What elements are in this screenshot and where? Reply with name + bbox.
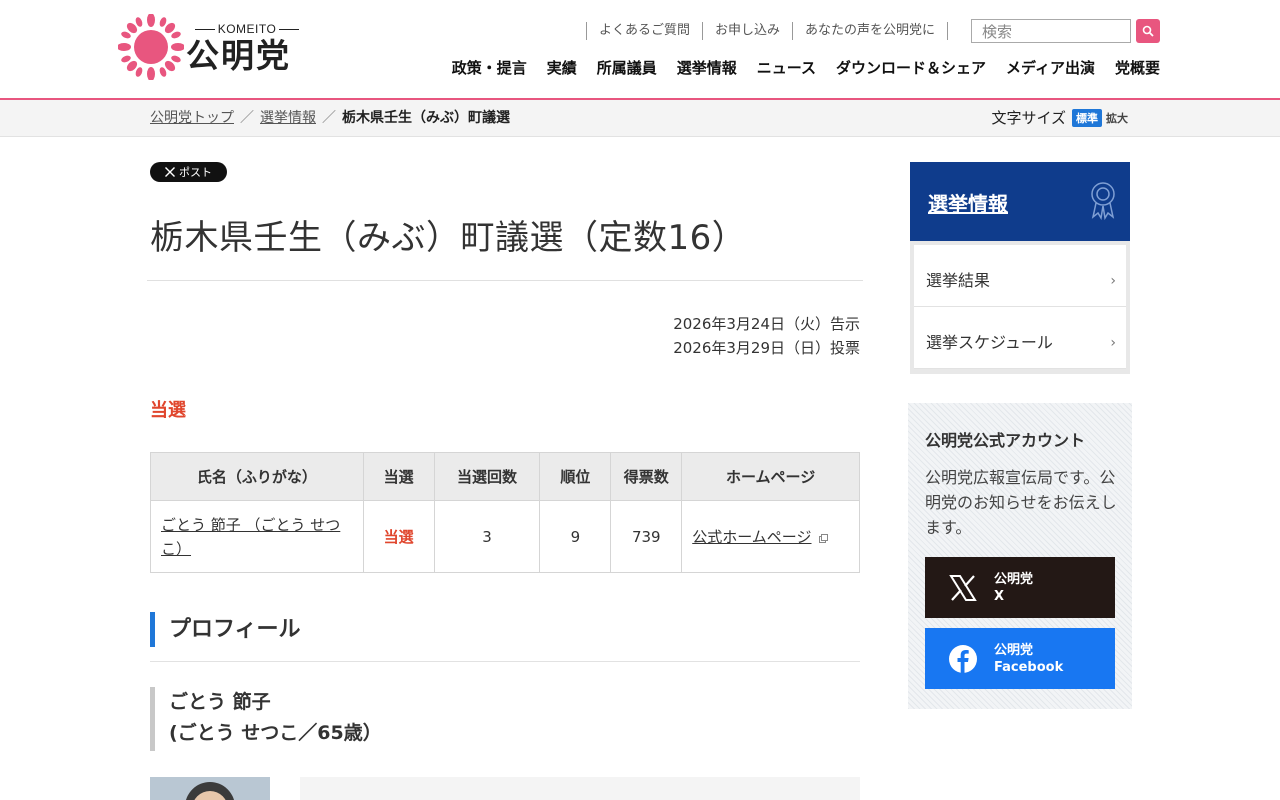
font-size-large-button[interactable]: 拡大	[1106, 110, 1128, 126]
profile-heading: プロフィール	[150, 612, 860, 647]
search-input[interactable]: 検索	[971, 19, 1131, 43]
font-size-standard-button[interactable]: 標準	[1072, 108, 1102, 127]
chevron-right-icon: ›	[1110, 335, 1116, 351]
accounts-description: 公明党広報宣伝局です。公明党のお知らせをお伝えします。	[925, 468, 1117, 537]
sidebar-item-results[interactable]: 選挙結果 ›	[914, 245, 1126, 307]
breadcrumb-separator: ／	[240, 110, 254, 126]
homepage-cell: 公式ホームページ	[681, 500, 860, 573]
results-table: 氏名（ふりがな） 当選 当選回数 順位 得票数 ホームページ ごとう 節子 （ご…	[150, 452, 860, 573]
nav-about[interactable]: 党概要	[1115, 58, 1160, 78]
facebook-account-service: Facebook	[994, 659, 1064, 675]
sidebar-heading[interactable]: 選挙情報	[910, 162, 1130, 241]
official-accounts-box: 公明党公式アカウント 公明党広報宣伝局です。公明党のお知らせをお伝えします。 公…	[908, 403, 1132, 709]
nav-download-share[interactable]: ダウンロード＆シェア	[836, 58, 986, 78]
nav-achievements[interactable]: 実績	[547, 58, 577, 78]
breadcrumb-elections[interactable]: 選挙情報	[260, 110, 316, 126]
person-heading: ごとう 節子 (ごとう せつこ／65歳）	[150, 687, 860, 751]
breadcrumb-bar: 公明党トップ ／ 選挙情報 ／ 栃木県壬生（みぶ）町議選 文字サイズ 標準 拡大	[0, 100, 1280, 137]
header-name: 氏名（ふりがな）	[150, 452, 364, 501]
x-post-label: ポスト	[179, 166, 212, 179]
logo-english: KOMEITO	[188, 22, 306, 36]
nav-policy[interactable]: 政策・提言	[452, 58, 527, 78]
result-cell: 当選	[362, 500, 435, 573]
header-times: 当選回数	[433, 452, 541, 501]
candidate-photo	[150, 777, 270, 800]
breadcrumb-home[interactable]: 公明党トップ	[150, 110, 234, 126]
utility-links: よくあるご質問 お申し込み あなたの声を公明党に	[586, 22, 949, 40]
x-post-button[interactable]: ポスト	[150, 162, 227, 182]
votes-cell: 739	[610, 500, 683, 573]
times-cell: 3	[433, 500, 541, 573]
election-dates: 2026年3月24日（火）告示 2026年3月29日（日）投票	[560, 312, 860, 360]
search-button[interactable]	[1136, 19, 1160, 43]
person-name: ごとう 節子	[169, 691, 271, 713]
title-divider	[147, 280, 863, 281]
rosette-icon	[1091, 182, 1115, 220]
sidebar-heading-label: 選挙情報	[928, 192, 1008, 216]
sidebar-item-label: 選挙スケジュール	[926, 333, 1053, 352]
breadcrumb-separator: ／	[322, 110, 336, 126]
site-logo[interactable]: KOMEITO 公明党	[118, 14, 308, 80]
table-row: ごとう 節子 （ごとう せつこ） 当選 3 9 739 公式ホームページ	[150, 500, 860, 573]
feedback-link[interactable]: あなたの声を公明党に	[792, 22, 949, 40]
x-account-button[interactable]: 公明党 X	[925, 557, 1115, 618]
sidebar-menu: 選挙結果 › 選挙スケジュール ›	[910, 241, 1130, 374]
apply-link[interactable]: お申し込み	[702, 22, 792, 40]
sidebar-item-label: 選挙結果	[926, 271, 991, 290]
font-size-label: 文字サイズ	[991, 109, 1066, 127]
font-size-control: 文字サイズ 標準 拡大	[991, 107, 1128, 128]
candidate-name-cell: ごとう 節子 （ごとう せつこ）	[150, 500, 364, 573]
facebook-logo-icon	[945, 641, 981, 677]
nav-media[interactable]: メディア出演	[1006, 58, 1095, 78]
nav-elections[interactable]: 選挙情報	[677, 58, 737, 78]
site-header: KOMEITO 公明党 よくあるご質問 お申し込み あなたの声を公明党に 検索 …	[0, 0, 1280, 100]
breadcrumb: 公明党トップ ／ 選挙情報 ／ 栃木県壬生（みぶ）町議選	[150, 109, 510, 127]
person-reading-age: (ごとう せつこ／65歳）	[169, 722, 382, 744]
sidebar-item-schedule[interactable]: 選挙スケジュール ›	[914, 307, 1126, 369]
vote-date: 2026年3月29日（日）投票	[673, 339, 860, 357]
x-logo-icon	[165, 167, 175, 177]
search-icon	[1142, 25, 1154, 37]
header-result: 当選	[362, 452, 435, 501]
elected-heading: 当選	[150, 400, 186, 421]
sun-logo-icon	[118, 14, 184, 80]
table-header-row: 氏名（ふりがな） 当選 当選回数 順位 得票数 ホームページ	[150, 452, 860, 501]
profile-divider	[150, 661, 860, 662]
homepage-link[interactable]: 公式ホームページ	[692, 528, 811, 546]
faq-link[interactable]: よくあるご質問	[586, 22, 702, 40]
chevron-right-icon: ›	[1110, 273, 1116, 289]
profile-details-panel	[300, 777, 860, 800]
accounts-title: 公明党公式アカウント	[925, 431, 1086, 450]
logo-japanese: 公明党	[186, 36, 291, 75]
x-account-name: 公明党	[994, 571, 1034, 587]
facebook-account-name: 公明党	[994, 642, 1034, 658]
x-account-service: X	[994, 588, 1005, 604]
main-nav: 政策・提言 実績 所属議員 選挙情報 ニュース ダウンロード＆シェア メディア出…	[452, 58, 1160, 78]
facebook-account-button[interactable]: 公明党 Facebook	[925, 628, 1115, 689]
announce-date: 2026年3月24日（火）告示	[673, 315, 860, 333]
candidate-name-link[interactable]: ごとう 節子 （ごとう せつこ）	[161, 516, 340, 558]
x-logo-icon	[945, 570, 981, 606]
page-title: 栃木県壬生（みぶ）町議選（定数16）	[150, 218, 747, 258]
rank-cell: 9	[539, 500, 612, 573]
nav-members[interactable]: 所属議員	[597, 58, 657, 78]
external-link-icon	[819, 534, 829, 543]
header-rank: 順位	[539, 452, 612, 501]
header-homepage: ホームページ	[681, 452, 860, 501]
header-votes: 得票数	[610, 452, 683, 501]
nav-news[interactable]: ニュース	[757, 58, 816, 78]
breadcrumb-current: 栃木県壬生（みぶ）町議選	[342, 110, 510, 126]
